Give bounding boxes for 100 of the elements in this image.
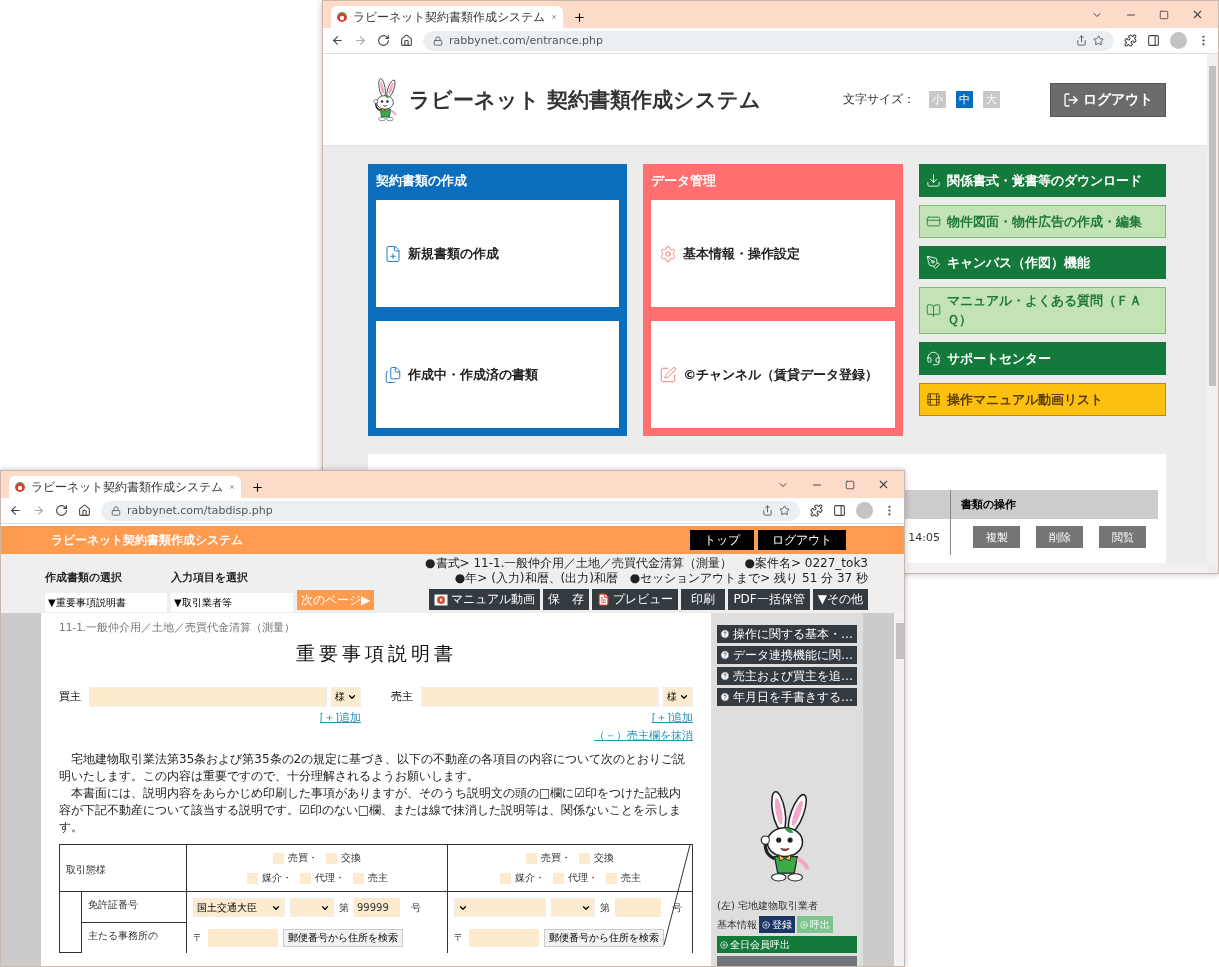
action-button[interactable]: 削除 — [1036, 526, 1083, 548]
action-button[interactable]: 複製 — [973, 526, 1020, 548]
toolbar-button[interactable]: 印刷 — [681, 589, 726, 610]
close-icon[interactable] — [877, 478, 890, 491]
back-icon[interactable] — [9, 504, 22, 517]
help-button[interactable]: 年月日を手書きする… — [717, 688, 857, 706]
extensions-icon[interactable] — [1124, 34, 1137, 47]
honorific-select[interactable]: 様 — [663, 687, 693, 707]
toolbar-button[interactable]: 保 存 — [543, 589, 590, 610]
back-icon[interactable] — [331, 34, 344, 47]
help-button[interactable]: データ連携機能に関… — [717, 646, 857, 664]
document-title: 重要事項説明書 — [294, 641, 458, 666]
menu-link-button[interactable]: キャンバス（作図）機能 — [918, 246, 1166, 279]
star-icon[interactable] — [1093, 35, 1104, 46]
nav-button[interactable]: トップ — [690, 530, 754, 550]
close-icon[interactable] — [1191, 8, 1204, 21]
help-button[interactable]: 操作に関する基本・… — [717, 625, 857, 643]
browser-tab[interactable]: ラビーネット契約書類作成システム — [331, 6, 563, 28]
checkbox-option[interactable]: 売主 — [605, 871, 641, 885]
address-bar[interactable]: rabbynet.com/entrance.php — [423, 30, 1114, 51]
home-icon[interactable] — [78, 504, 91, 517]
postal-code-field[interactable] — [208, 929, 278, 947]
toolbar-button[interactable]: マニュアル動画 — [429, 589, 541, 610]
menu-card[interactable]: 作成中・作成済の書類 — [376, 321, 620, 428]
horizontal-scrollbar[interactable] — [907, 563, 1207, 573]
new-tab-icon[interactable] — [251, 481, 264, 494]
text-link[interactable]: （－）売主欄を抹消 — [594, 727, 693, 743]
menu-card[interactable]: 基本情報・操作設定 — [651, 200, 895, 307]
select-field[interactable]: ▼重要事項説明書 — [45, 593, 167, 612]
share-icon[interactable] — [1076, 35, 1087, 46]
reload-icon[interactable] — [55, 504, 68, 517]
menu-link-button[interactable]: サポートセンター — [918, 341, 1166, 375]
help-icon — [720, 692, 730, 702]
checkbox-option[interactable]: 売主 — [352, 871, 388, 885]
maximize-icon[interactable] — [1159, 9, 1169, 20]
text-link[interactable]: [＋]追加 — [319, 709, 361, 725]
register-button[interactable]: 登録 — [759, 916, 795, 933]
checkbox-option[interactable]: 代理・ — [299, 871, 345, 885]
address-search-button[interactable]: 郵便番号から住所を検索 — [544, 929, 664, 947]
home-icon[interactable] — [400, 34, 413, 47]
vertical-scrollbar[interactable] — [1207, 54, 1218, 563]
extensions-icon[interactable] — [810, 504, 823, 517]
download-icon — [925, 173, 941, 188]
help-button[interactable]: 売主および買主を追… — [717, 667, 857, 685]
menu-card[interactable]: ©チャンネル（賃貸データ登録） — [651, 321, 895, 428]
forward-icon[interactable] — [354, 34, 367, 47]
new-tab-icon[interactable] — [573, 11, 586, 24]
help-icon — [720, 671, 730, 681]
vertical-scrollbar[interactable] — [894, 613, 904, 966]
logout-icon — [1063, 91, 1079, 108]
chevron-down-icon — [679, 692, 689, 702]
menu-card[interactable]: 新規書類の作成 — [376, 200, 620, 307]
font-size-button[interactable]: 中 — [956, 91, 973, 108]
toolbar-button[interactable]: プレビュー — [592, 589, 679, 610]
action-button[interactable]: 閲覧 — [1099, 526, 1146, 548]
checkbox-option[interactable]: 売買・ — [273, 851, 318, 865]
reload-icon[interactable] — [377, 34, 390, 47]
authority-select[interactable]: 国土交通大臣 — [193, 898, 285, 917]
name-input-field[interactable] — [89, 687, 327, 707]
menu-link-button[interactable]: マニュアル・よくある質問（ＦＡＱ） — [918, 287, 1166, 334]
profile-avatar[interactable] — [1170, 32, 1187, 49]
prefix-text: 第 — [339, 900, 349, 915]
toolbar-button[interactable]: ▼その他 — [812, 589, 868, 610]
menu-link-button[interactable]: 物件図面・物件広告の作成・編集 — [918, 205, 1166, 238]
time-text: 14:05 — [908, 530, 940, 544]
checkbox-option[interactable]: 売買・ — [526, 851, 571, 865]
book-icon — [925, 302, 941, 318]
profile-avatar[interactable] — [856, 502, 873, 519]
license-number-field[interactable] — [615, 898, 661, 917]
share-icon[interactable] — [762, 505, 773, 516]
toolbar-button[interactable]: PDF一括保管 — [728, 589, 810, 610]
row-label: 主たる事務所の — [88, 929, 159, 943]
party-label: 買主 — [59, 690, 81, 704]
checkbox-option[interactable]: 交換 — [579, 851, 614, 865]
text-link[interactable]: [＋]追加 — [651, 709, 693, 725]
explanation-paragraph: 本書面には、説明内容をあらかじめ印刷した事項がありますが、そのうち説明文の頭の□欄に☑印をつけた記載内容が下記不動産について該当する説明です。☑印のない□欄、または線で抹消した説明等は、関係ないことを示します。 — [59, 785, 683, 836]
honorific-select[interactable]: 様 — [331, 687, 361, 707]
postal-code-field[interactable] — [469, 929, 539, 947]
nav-button[interactable]: ログアウト — [758, 530, 846, 550]
checkbox-option[interactable]: 代理・ — [552, 871, 598, 885]
star-icon[interactable] — [779, 505, 790, 516]
menu-link-button[interactable]: 関係書式・覚書等のダウンロード — [918, 164, 1166, 197]
checkbox-option[interactable]: 交換 — [326, 851, 361, 865]
address-search-button[interactable]: 郵便番号から住所を検索 — [283, 929, 403, 947]
maximize-icon[interactable] — [845, 479, 855, 490]
menu-link-button[interactable]: 操作マニュアル動画リスト — [918, 382, 1166, 416]
select-field[interactable]: ▼取引業者等 — [171, 593, 293, 612]
address-bar[interactable]: rabbynet.com/tabdisp.php — [101, 500, 800, 521]
side-panel-icon[interactable] — [833, 504, 846, 517]
info-text: ●年> (入力)和暦、(出力)和暦 ●セッションアウトまで> 残り 51 分 37 秒 — [454, 572, 868, 585]
browser-tab[interactable]: ラビーネット契約書類作成システム — [9, 476, 241, 498]
license-number-field[interactable]: 99999 — [354, 898, 400, 917]
name-input-field[interactable] — [421, 687, 659, 707]
logout-button[interactable]: ログアウト — [1050, 82, 1166, 117]
checkbox-option[interactable]: 媒介・ — [499, 871, 545, 885]
checkbox-option[interactable]: 媒介・ — [246, 871, 292, 885]
forward-icon[interactable] — [32, 504, 45, 517]
side-panel-icon[interactable] — [1147, 34, 1160, 47]
member-recall-button[interactable]: 全日会員呼出 — [717, 936, 857, 953]
help-icon — [720, 629, 730, 639]
